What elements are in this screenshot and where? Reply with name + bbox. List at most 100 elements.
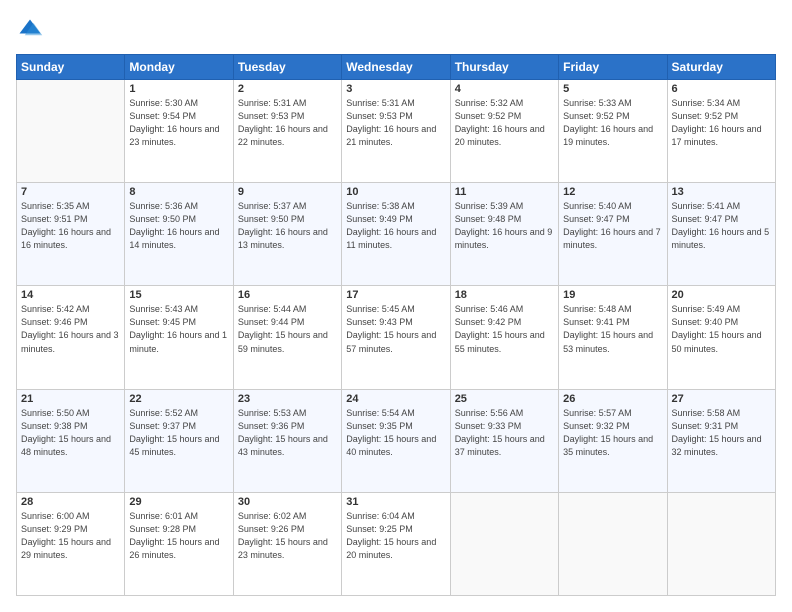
calendar-cell: 8 Sunrise: 5:36 AMSunset: 9:50 PMDaylight… — [125, 183, 233, 286]
day-number: 25 — [455, 393, 554, 405]
cell-info: Sunrise: 6:00 AMSunset: 9:29 PMDaylight:… — [21, 510, 120, 562]
calendar-cell — [450, 492, 558, 595]
calendar-cell: 6 Sunrise: 5:34 AMSunset: 9:52 PMDaylight… — [667, 80, 775, 183]
cell-info: Sunrise: 5:35 AMSunset: 9:51 PMDaylight:… — [21, 200, 120, 252]
cell-info: Sunrise: 5:45 AMSunset: 9:43 PMDaylight:… — [346, 303, 445, 355]
cell-info: Sunrise: 5:42 AMSunset: 9:46 PMDaylight:… — [21, 303, 120, 355]
day-number: 15 — [129, 289, 228, 301]
calendar-cell: 7Sunrise: 5:35 AMSunset: 9:51 PMDaylight… — [17, 183, 125, 286]
calendar-cell: 5 Sunrise: 5:33 AMSunset: 9:52 PMDaylight… — [559, 80, 667, 183]
calendar-week-1: 1Sunrise: 5:30 AMSunset: 9:54 PMDaylight… — [17, 80, 776, 183]
calendar-week-4: 21 Sunrise: 5:50 AMSunset: 9:38 PMDayligh… — [17, 389, 776, 492]
cell-info: Sunrise: 5:36 AMSunset: 9:50 PMDaylight:… — [129, 200, 228, 252]
cell-info: Sunrise: 5:58 AMSunset: 9:31 PMDaylight:… — [672, 407, 771, 459]
calendar-cell: 14 Sunrise: 5:42 AMSunset: 9:46 PMDayligh… — [17, 286, 125, 389]
cell-info: Sunrise: 5:41 AMSunset: 9:47 PMDaylight:… — [672, 200, 771, 252]
cell-info: Sunrise: 5:34 AMSunset: 9:52 PMDaylight:… — [672, 97, 771, 149]
calendar-header-saturday: Saturday — [667, 55, 775, 80]
day-number: 24 — [346, 393, 445, 405]
cell-info: Sunrise: 5:38 AMSunset: 9:49 PMDaylight:… — [346, 200, 445, 252]
cell-info: Sunrise: 5:54 AMSunset: 9:35 PMDaylight:… — [346, 407, 445, 459]
calendar-cell: 21 Sunrise: 5:50 AMSunset: 9:38 PMDayligh… — [17, 389, 125, 492]
calendar-header-sunday: Sunday — [17, 55, 125, 80]
cell-info: Sunrise: 5:43 AMSunset: 9:45 PMDaylight:… — [129, 303, 228, 355]
calendar-cell: 25 Sunrise: 5:56 AMSunset: 9:33 PMDayligh… — [450, 389, 558, 492]
calendar-cell — [17, 80, 125, 183]
calendar-cell: 31 Sunrise: 6:04 AMSunset: 9:25 PMDayligh… — [342, 492, 450, 595]
calendar-cell: 30 Sunrise: 6:02 AMSunset: 9:26 PMDayligh… — [233, 492, 341, 595]
day-number: 29 — [129, 496, 228, 508]
cell-info: Sunrise: 5:37 AMSunset: 9:50 PMDaylight:… — [238, 200, 337, 252]
day-number: 8 — [129, 186, 228, 198]
calendar-cell: 16 Sunrise: 5:44 AMSunset: 9:44 PMDayligh… — [233, 286, 341, 389]
calendar-cell: 20 Sunrise: 5:49 AMSunset: 9:40 PMDayligh… — [667, 286, 775, 389]
calendar-header-thursday: Thursday — [450, 55, 558, 80]
day-number: 21 — [21, 393, 120, 405]
cell-info: Sunrise: 5:44 AMSunset: 9:44 PMDaylight:… — [238, 303, 337, 355]
calendar-cell: 2 Sunrise: 5:31 AMSunset: 9:53 PMDaylight… — [233, 80, 341, 183]
logo — [16, 16, 48, 44]
day-number: 12 — [563, 186, 662, 198]
cell-info: Sunrise: 5:33 AMSunset: 9:52 PMDaylight:… — [563, 97, 662, 149]
cell-info: Sunrise: 6:01 AMSunset: 9:28 PMDaylight:… — [129, 510, 228, 562]
cell-info: Sunrise: 5:50 AMSunset: 9:38 PMDaylight:… — [21, 407, 120, 459]
calendar-cell: 12Sunrise: 5:40 AMSunset: 9:47 PMDayligh… — [559, 183, 667, 286]
day-number: 11 — [455, 186, 554, 198]
calendar-header-wednesday: Wednesday — [342, 55, 450, 80]
header — [16, 16, 776, 44]
day-number: 23 — [238, 393, 337, 405]
day-number: 18 — [455, 289, 554, 301]
cell-info: Sunrise: 5:49 AMSunset: 9:40 PMDaylight:… — [672, 303, 771, 355]
day-number: 5 — [563, 83, 662, 95]
day-number: 3 — [346, 83, 445, 95]
day-number: 20 — [672, 289, 771, 301]
calendar-cell — [667, 492, 775, 595]
calendar-cell: 26Sunrise: 5:57 AMSunset: 9:32 PMDayligh… — [559, 389, 667, 492]
calendar-cell: 29 Sunrise: 6:01 AMSunset: 9:28 PMDayligh… — [125, 492, 233, 595]
page: SundayMondayTuesdayWednesdayThursdayFrid… — [0, 0, 792, 612]
day-number: 9 — [238, 186, 337, 198]
calendar-week-3: 14 Sunrise: 5:42 AMSunset: 9:46 PMDayligh… — [17, 286, 776, 389]
cell-info: Sunrise: 5:53 AMSunset: 9:36 PMDaylight:… — [238, 407, 337, 459]
cell-info: Sunrise: 6:04 AMSunset: 9:25 PMDaylight:… — [346, 510, 445, 562]
calendar-cell: 15 Sunrise: 5:43 AMSunset: 9:45 PMDayligh… — [125, 286, 233, 389]
cell-info: Sunrise: 5:52 AMSunset: 9:37 PMDaylight:… — [129, 407, 228, 459]
calendar-cell: 19 Sunrise: 5:48 AMSunset: 9:41 PMDayligh… — [559, 286, 667, 389]
calendar-table: SundayMondayTuesdayWednesdayThursdayFrid… — [16, 54, 776, 596]
day-number: 6 — [672, 83, 771, 95]
day-number: 31 — [346, 496, 445, 508]
calendar-cell: 4Sunrise: 5:32 AMSunset: 9:52 PMDaylight… — [450, 80, 558, 183]
calendar-cell: 11 Sunrise: 5:39 AMSunset: 9:48 PMDayligh… — [450, 183, 558, 286]
calendar-header-monday: Monday — [125, 55, 233, 80]
calendar-week-5: 28Sunrise: 6:00 AMSunset: 9:29 PMDayligh… — [17, 492, 776, 595]
calendar-cell — [559, 492, 667, 595]
day-number: 16 — [238, 289, 337, 301]
calendar-header-tuesday: Tuesday — [233, 55, 341, 80]
calendar-cell: 28Sunrise: 6:00 AMSunset: 9:29 PMDayligh… — [17, 492, 125, 595]
day-number: 26 — [563, 393, 662, 405]
calendar-header-friday: Friday — [559, 55, 667, 80]
calendar-cell: 10 Sunrise: 5:38 AMSunset: 9:49 PMDayligh… — [342, 183, 450, 286]
cell-info: Sunrise: 6:02 AMSunset: 9:26 PMDaylight:… — [238, 510, 337, 562]
calendar-cell: 27 Sunrise: 5:58 AMSunset: 9:31 PMDayligh… — [667, 389, 775, 492]
calendar-cell: 1Sunrise: 5:30 AMSunset: 9:54 PMDaylight… — [125, 80, 233, 183]
cell-info: Sunrise: 5:39 AMSunset: 9:48 PMDaylight:… — [455, 200, 554, 252]
day-number: 14 — [21, 289, 120, 301]
cell-info: Sunrise: 5:31 AMSunset: 9:53 PMDaylight:… — [238, 97, 337, 149]
calendar-cell: 9 Sunrise: 5:37 AMSunset: 9:50 PMDaylight… — [233, 183, 341, 286]
cell-info: Sunrise: 5:32 AMSunset: 9:52 PMDaylight:… — [455, 97, 554, 149]
day-number: 19 — [563, 289, 662, 301]
day-number: 27 — [672, 393, 771, 405]
cell-info: Sunrise: 5:48 AMSunset: 9:41 PMDaylight:… — [563, 303, 662, 355]
day-number: 30 — [238, 496, 337, 508]
cell-info: Sunrise: 5:46 AMSunset: 9:42 PMDaylight:… — [455, 303, 554, 355]
calendar-week-2: 7Sunrise: 5:35 AMSunset: 9:51 PMDaylight… — [17, 183, 776, 286]
calendar-cell: 22Sunrise: 5:52 AMSunset: 9:37 PMDayligh… — [125, 389, 233, 492]
calendar-cell: 13Sunrise: 5:41 AMSunset: 9:47 PMDayligh… — [667, 183, 775, 286]
calendar-cell: 3Sunrise: 5:31 AMSunset: 9:53 PMDaylight… — [342, 80, 450, 183]
day-number: 10 — [346, 186, 445, 198]
day-number: 2 — [238, 83, 337, 95]
calendar-cell: 24 Sunrise: 5:54 AMSunset: 9:35 PMDayligh… — [342, 389, 450, 492]
cell-info: Sunrise: 5:56 AMSunset: 9:33 PMDaylight:… — [455, 407, 554, 459]
calendar-cell: 17Sunrise: 5:45 AMSunset: 9:43 PMDayligh… — [342, 286, 450, 389]
